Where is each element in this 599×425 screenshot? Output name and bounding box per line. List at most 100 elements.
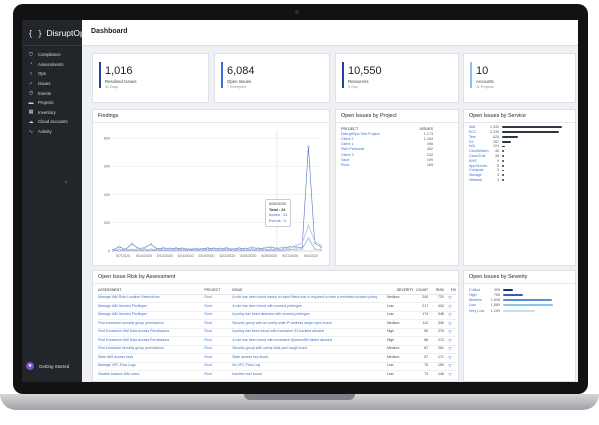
data-point[interactable] — [118, 249, 121, 252]
sidebar-item-ops[interactable]: ♆ Ops — [22, 69, 82, 79]
table-row[interactable]: Manage IAM Unused Privileges Root A policy… — [98, 311, 456, 320]
data-point[interactable] — [319, 248, 323, 251]
app-logo[interactable]: { } DisruptOps — [22, 20, 89, 46]
list-item[interactable]: N/A 124 — [469, 144, 506, 149]
data-point[interactable] — [130, 242, 134, 245]
assessment-link[interactable]: Manage IAM Unused Privileges — [98, 311, 205, 320]
stat-card[interactable]: 10 Accounts 11 Projects — [463, 53, 576, 103]
fix-filter-icon[interactable]: ▽ — [443, 362, 456, 371]
issue-link[interactable]: Inactive user found — [232, 370, 387, 380]
table-row[interactable]: Stale IAM access keys Root Stale access ke… — [98, 353, 456, 363]
service-name[interactable]: Storage — [469, 173, 485, 177]
data-point[interactable] — [130, 249, 134, 252]
data-point[interactable] — [212, 249, 215, 252]
collapse-chevron-icon[interactable]: ‹ — [65, 180, 67, 186]
data-point[interactable] — [313, 240, 316, 243]
data-point[interactable] — [206, 249, 209, 252]
risk-header-severity[interactable]: SEVERITY — [386, 286, 414, 295]
table-row[interactable]: Find Excessive IAM Data Access Permissio… — [98, 328, 456, 337]
getting-started-link[interactable]: ★ Getting Started — [26, 362, 69, 370]
issue-link[interactable]: Security group with an overly-wide IP ad… — [232, 319, 387, 329]
fix-filter-icon[interactable]: ▽ — [443, 319, 456, 329]
list-item[interactable]: Critical 395 — [469, 287, 514, 292]
fix-filter-icon[interactable]: ▽ — [443, 302, 456, 312]
fix-filter-icon[interactable]: ▽ — [443, 353, 456, 363]
data-point[interactable] — [137, 249, 140, 252]
data-point[interactable] — [149, 243, 152, 246]
sidebar-item-cloud-accounts[interactable]: ☁ Cloud accounts — [22, 117, 82, 127]
data-point[interactable] — [193, 249, 197, 252]
table-row[interactable]: Root 165 — [341, 162, 433, 167]
issue-link[interactable]: A policy has been detected with unused p… — [232, 311, 387, 320]
sidebar-item-compliance[interactable]: ⛉ Compliance — [22, 50, 82, 60]
list-item[interactable]: Very Low 1,209 — [469, 308, 535, 313]
service-name[interactable]: KMS — [469, 159, 485, 163]
data-point[interactable] — [124, 249, 127, 252]
risk-header-assessment[interactable]: ASSESSMENT — [98, 286, 205, 295]
list-item[interactable]: High 756 — [469, 292, 523, 297]
data-point[interactable] — [168, 249, 171, 252]
data-point[interactable] — [143, 249, 146, 252]
service-name[interactable]: Network — [469, 178, 485, 182]
assessment-link[interactable]: Manage IAM Unused Privileges — [98, 302, 205, 312]
assessment-link[interactable]: Find Excessive IAM Data Access Permissio… — [98, 336, 205, 346]
data-point[interactable] — [219, 249, 222, 252]
assessment-link[interactable]: Manage IAM Role Location Restrictions — [98, 294, 205, 303]
service-name[interactable]: S3 — [469, 140, 485, 144]
data-point[interactable] — [250, 246, 253, 249]
project-link[interactable]: Root — [204, 353, 233, 363]
project-link[interactable]: Root — [204, 362, 233, 371]
data-point[interactable] — [244, 249, 247, 252]
service-name[interactable]: IAM — [469, 125, 485, 129]
data-point[interactable] — [294, 244, 297, 247]
data-point[interactable] — [187, 249, 190, 252]
table-row[interactable]: Manage IAM Role Location Restrictions Roo… — [98, 294, 456, 303]
findings-chart[interactable]: 0 200 400 600 800 5/7/2020 5/10/2020 5/13/2020 5… — [93, 123, 331, 266]
sidebar-item-assessments[interactable]: ◔ Assessments — [22, 60, 82, 70]
table-row[interactable]: Manage IAM Unused Privileges Root A role h… — [98, 302, 456, 312]
fix-filter-icon[interactable]: ▽ — [443, 294, 456, 303]
list-item[interactable]: Network 3 — [469, 178, 504, 183]
project-name[interactable]: Root — [341, 162, 409, 167]
data-point[interactable] — [250, 249, 253, 252]
data-point[interactable] — [237, 249, 241, 252]
data-point[interactable] — [231, 249, 234, 252]
sidebar-item-inventory[interactable]: ▦ Inventory — [22, 108, 82, 118]
severity-name[interactable]: Critical — [469, 288, 489, 292]
severity-name[interactable]: High — [469, 293, 489, 297]
risk-header-project[interactable]: PROJECT — [204, 286, 233, 295]
data-point[interactable] — [288, 246, 291, 249]
issue-link[interactable]: No VPC Flow Log — [232, 362, 387, 371]
data-point[interactable] — [118, 245, 121, 248]
sidebar-item-activity[interactable]: ∿ Activity — [22, 127, 82, 137]
assessment-link[interactable]: Stale IAM access keys — [98, 353, 205, 363]
data-point[interactable] — [300, 242, 304, 245]
data-point[interactable] — [263, 249, 266, 252]
data-point[interactable] — [307, 145, 310, 148]
fix-filter-icon[interactable]: ▽ — [443, 336, 456, 346]
assessment-link[interactable]: Find Excessive IAM Data Access Permissio… — [98, 328, 205, 337]
assessment-link[interactable]: Find excessive security group permission… — [98, 345, 205, 354]
issue-link[interactable]: Stale access key found — [232, 353, 387, 363]
project-link[interactable]: Root — [204, 311, 233, 320]
project-link[interactable]: Root — [204, 302, 233, 312]
project-link[interactable]: Root — [204, 328, 233, 337]
risk-header-risk[interactable]: RISK — [428, 286, 444, 295]
table-row[interactable]: Find Excessive IAM Data Access Permissio… — [98, 336, 456, 346]
data-point[interactable] — [307, 224, 310, 227]
risk-header-count[interactable]: COUNT — [413, 286, 429, 295]
data-point[interactable] — [256, 249, 260, 252]
stat-card[interactable]: 1,016 Resolved Issues 30 Days — [92, 53, 209, 103]
data-point[interactable] — [149, 249, 152, 252]
sidebar-item-issues[interactable]: ✓ Issues — [22, 79, 82, 89]
data-point[interactable] — [313, 247, 316, 251]
risk-header-fix[interactable]: FIX — [443, 286, 456, 295]
data-point[interactable] — [111, 249, 115, 252]
data-point[interactable] — [269, 249, 272, 252]
data-point[interactable] — [181, 249, 184, 252]
service-name[interactable]: AppService — [469, 164, 487, 168]
service-name[interactable]: EC2 — [469, 130, 485, 134]
issue-link[interactable]: A policy has been found with excessive S… — [232, 328, 387, 337]
service-name[interactable]: N/A — [469, 144, 485, 148]
list-item[interactable]: Low 1,889 — [469, 303, 553, 308]
